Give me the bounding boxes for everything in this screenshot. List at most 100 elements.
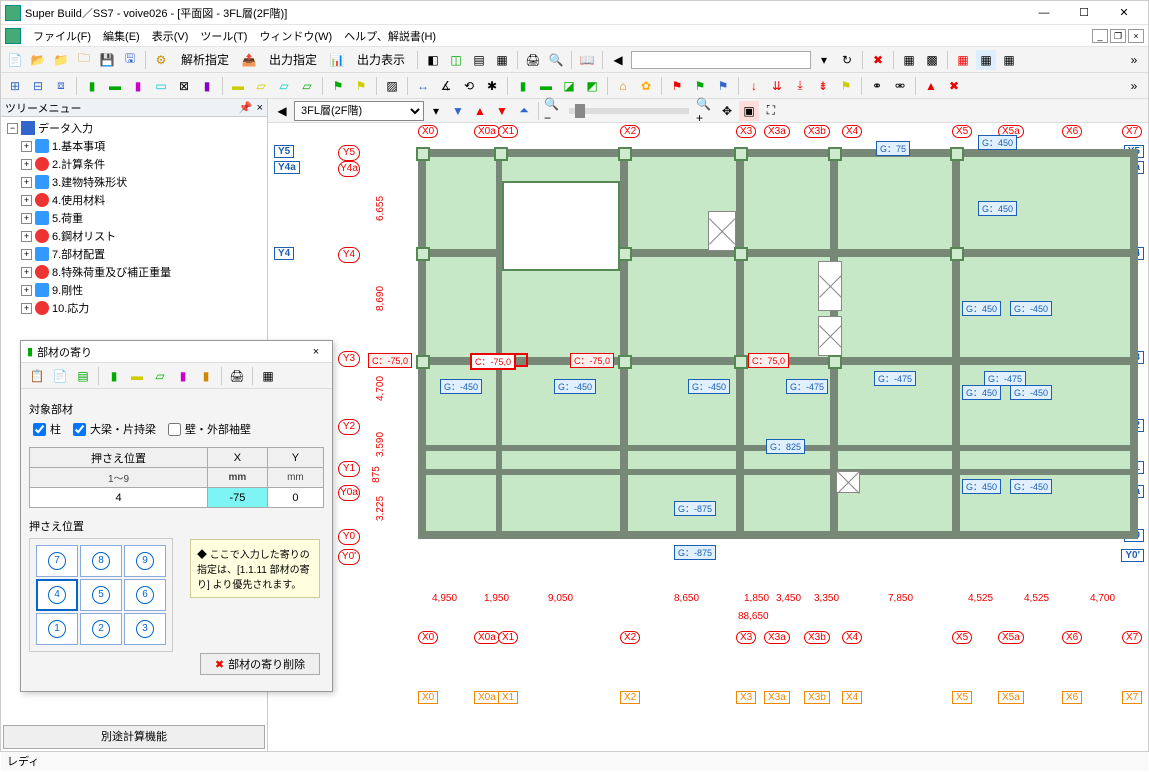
- disp-icon[interactable]: 📊: [327, 50, 347, 70]
- link2-icon[interactable]: ⚮: [890, 76, 910, 96]
- tree-item[interactable]: +1.基本事項: [3, 137, 265, 155]
- tree-item[interactable]: +3.建物特殊形状: [3, 173, 265, 191]
- output-spec-button[interactable]: 出力指定: [262, 50, 324, 70]
- tree-item[interactable]: +7.部材配置: [3, 245, 265, 263]
- view-plan-icon[interactable]: ⊞: [5, 76, 25, 96]
- dlg-grid-icon[interactable]: ▦: [258, 366, 278, 386]
- select-mode-icon[interactable]: ▣: [739, 101, 759, 121]
- dialog-close-icon[interactable]: ×: [306, 346, 326, 358]
- open2-icon[interactable]: 📁: [51, 50, 71, 70]
- tb-icon-3[interactable]: ▤: [469, 50, 489, 70]
- dlg-g-icon[interactable]: ▮: [104, 366, 124, 386]
- expand-icon[interactable]: +: [21, 213, 32, 224]
- f3-icon[interactable]: ⚑: [713, 76, 733, 96]
- dd-icon[interactable]: ▾: [814, 50, 834, 70]
- flag-y-icon[interactable]: ⚑: [351, 76, 371, 96]
- dlg-list-icon[interactable]: ▤: [73, 366, 93, 386]
- down-r-icon[interactable]: ▼: [492, 101, 512, 121]
- fold-c-icon[interactable]: ▱: [274, 76, 294, 96]
- frame-cyan-icon[interactable]: ▭: [151, 76, 171, 96]
- layer-select[interactable]: 3FL層(2F階): [294, 101, 424, 121]
- save-icon[interactable]: 💾: [97, 50, 117, 70]
- out-icon[interactable]: 📤: [239, 50, 259, 70]
- mdi-close-icon[interactable]: ×: [1128, 29, 1144, 43]
- dlg-print-icon[interactable]: 🖨: [227, 366, 247, 386]
- saveall-icon[interactable]: 🖫: [120, 50, 140, 70]
- print-icon[interactable]: 🖨: [523, 50, 543, 70]
- pos-1[interactable]: 1: [36, 613, 78, 645]
- hatch-icon[interactable]: ▨: [382, 76, 402, 96]
- down-b-icon[interactable]: ▼: [448, 101, 468, 121]
- back2-icon[interactable]: ◀: [272, 101, 292, 121]
- tree-item[interactable]: +2.計算条件: [3, 155, 265, 173]
- slab-green-icon[interactable]: ▬: [105, 76, 125, 96]
- pos-4[interactable]: 4: [36, 579, 78, 611]
- ang-icon[interactable]: ∡: [436, 76, 456, 96]
- val-pos[interactable]: 4: [30, 488, 208, 508]
- pan-icon[interactable]: ✥: [717, 101, 737, 121]
- refresh-icon[interactable]: ↻: [837, 50, 857, 70]
- expand-icon[interactable]: +: [21, 303, 32, 314]
- expand-icon[interactable]: +: [21, 141, 32, 152]
- grid4-icon[interactable]: ▦: [976, 50, 996, 70]
- view-elev-icon[interactable]: ⊟: [28, 76, 48, 96]
- warn-icon[interactable]: ▲: [921, 76, 941, 96]
- home-icon[interactable]: ⌂: [613, 76, 633, 96]
- dialog-titlebar[interactable]: ▮ 部材の寄り ×: [21, 341, 332, 363]
- output-display-button[interactable]: 出力表示: [350, 50, 412, 70]
- fy-icon[interactable]: ⚑: [836, 76, 856, 96]
- ar1-icon[interactable]: ↓: [744, 76, 764, 96]
- grid2-icon[interactable]: ▩: [922, 50, 942, 70]
- expand-icon[interactable]: +: [21, 195, 32, 206]
- pos-8[interactable]: 8: [80, 545, 122, 577]
- expand-icon[interactable]: +: [21, 267, 32, 278]
- selection-handle[interactable]: [514, 353, 528, 367]
- chk-beam[interactable]: 大梁・片持梁: [73, 421, 156, 437]
- pos-7[interactable]: 7: [36, 545, 78, 577]
- menu-edit[interactable]: 編集(E): [97, 26, 146, 46]
- menu-file[interactable]: ファイル(F): [27, 26, 97, 46]
- menu-help[interactable]: ヘルプ、解説書(H): [338, 26, 442, 46]
- menu-tool[interactable]: ツール(T): [194, 26, 253, 46]
- tree-item[interactable]: +10.応力: [3, 299, 265, 317]
- selected-c-label[interactable]: C：-75,0: [470, 353, 516, 370]
- expand-icon[interactable]: +: [21, 285, 32, 296]
- expand-icon[interactable]: +: [21, 231, 32, 242]
- fold-g-icon[interactable]: ▱: [297, 76, 317, 96]
- pos-5[interactable]: 5: [80, 579, 122, 611]
- delete-icon[interactable]: ✖: [868, 50, 888, 70]
- dlg-m-icon[interactable]: ▮: [173, 366, 193, 386]
- grid1-icon[interactable]: ▦: [899, 50, 919, 70]
- pos-6[interactable]: 6: [124, 579, 166, 611]
- plan-drawing[interactable]: X0X0aX1X2X3X3aX3bX4X5X5aX6X7: [398, 131, 1144, 747]
- mdi-restore-icon[interactable]: ❐: [1110, 29, 1126, 43]
- new-icon[interactable]: 📄: [5, 50, 25, 70]
- tree-item[interactable]: +4.使用材料: [3, 191, 265, 209]
- ar2-icon[interactable]: ⇊: [767, 76, 787, 96]
- collapse-icon[interactable]: −: [7, 123, 18, 134]
- tree-item[interactable]: +9.剛性: [3, 281, 265, 299]
- overflow1-icon[interactable]: »: [1124, 50, 1144, 70]
- tree-item[interactable]: +8.特殊荷重及び補正重量: [3, 263, 265, 281]
- ar3-icon[interactable]: ⤓: [790, 76, 810, 96]
- menu-view[interactable]: 表示(V): [146, 26, 195, 46]
- tb-icon-4[interactable]: ▦: [492, 50, 512, 70]
- ar4-icon[interactable]: ⇟: [813, 76, 833, 96]
- delete-offset-button[interactable]: ✖ 部材の寄り削除: [200, 653, 320, 675]
- search-input[interactable]: [631, 51, 811, 69]
- tb-icon-2[interactable]: ◫: [446, 50, 466, 70]
- drawing-canvas[interactable]: Y5 Y4a Y4 Y5Y4aY4Y3Y2Y1Y0aY0Y0' Y5Y4aY4Y…: [268, 123, 1148, 751]
- maximize-button[interactable]: ☐: [1064, 2, 1104, 24]
- dlg-copy-icon[interactable]: 📋: [27, 366, 47, 386]
- chk-column[interactable]: 柱: [33, 421, 61, 437]
- flag-g-icon[interactable]: ⚑: [328, 76, 348, 96]
- dlg-c-icon[interactable]: ▮: [196, 366, 216, 386]
- m2-icon[interactable]: ▬: [536, 76, 556, 96]
- back-icon[interactable]: ◀: [608, 50, 628, 70]
- m3-icon[interactable]: ◪: [559, 76, 579, 96]
- preview-icon[interactable]: 🔍: [546, 50, 566, 70]
- expand-icon[interactable]: +: [21, 159, 32, 170]
- folder-icon[interactable]: 🗀: [74, 50, 94, 70]
- dim-icon[interactable]: ↔: [413, 76, 433, 96]
- zoom-out-icon[interactable]: 🔍−: [543, 101, 563, 121]
